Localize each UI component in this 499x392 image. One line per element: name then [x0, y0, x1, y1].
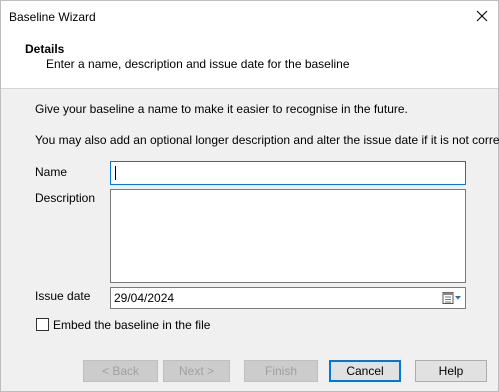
help-button[interactable]: Help	[415, 360, 487, 382]
description-textarea[interactable]	[110, 189, 466, 283]
close-button[interactable]	[472, 6, 492, 26]
page-subtitle: Enter a name, description and issue date…	[46, 57, 350, 71]
title-bar: Baseline Wizard	[1, 1, 498, 32]
window-title: Baseline Wizard	[9, 10, 96, 24]
embed-baseline-checkbox[interactable]	[36, 318, 49, 331]
intro-text-1: Give your baseline a name to make it eas…	[35, 102, 408, 116]
close-icon	[476, 10, 488, 22]
description-label: Description	[35, 191, 96, 205]
issue-date-value: 29/04/2024	[114, 291, 175, 305]
next-button[interactable]: Next >	[163, 360, 230, 382]
embed-baseline-label[interactable]: Embed the baseline in the file	[53, 318, 210, 332]
wizard-header: Details Enter a name, description and is…	[1, 32, 498, 89]
chevron-down-icon	[455, 296, 461, 300]
cancel-button[interactable]: Cancel	[329, 360, 401, 382]
issue-date-picker[interactable]: 29/04/2024	[110, 287, 466, 309]
text-caret	[115, 166, 116, 180]
calendar-icon	[442, 292, 461, 304]
baseline-wizard-dialog: Baseline Wizard Details Enter a name, de…	[0, 0, 499, 392]
name-label: Name	[35, 165, 68, 179]
name-input[interactable]	[110, 161, 466, 185]
finish-button[interactable]: Finish	[244, 360, 318, 382]
calendar-dropdown-button[interactable]	[442, 291, 462, 305]
issue-date-label: Issue date	[35, 289, 91, 303]
back-button[interactable]: < Back	[83, 360, 158, 382]
intro-text-2: You may also add an optional longer desc…	[35, 133, 499, 147]
page-title: Details	[25, 42, 65, 56]
